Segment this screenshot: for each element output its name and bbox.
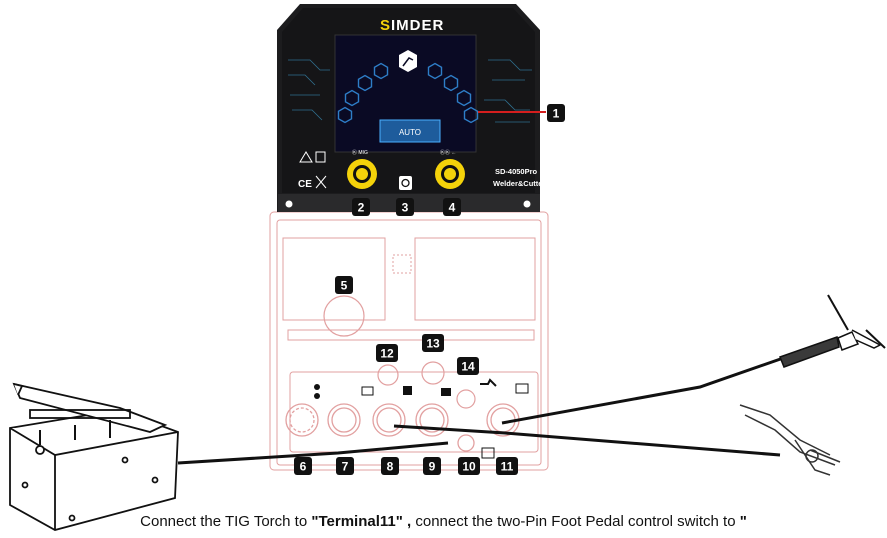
ground-clamp xyxy=(739,404,841,476)
caption-text: Connect the TIG Torch to xyxy=(140,513,312,530)
callout-number-11: 11 xyxy=(501,460,514,474)
socket-14 xyxy=(456,389,476,409)
brand-logo: SIMDER xyxy=(380,17,444,34)
callout-number-6: 6 xyxy=(300,460,307,474)
callout-number-1: 1 xyxy=(553,107,560,121)
callout-number-7: 7 xyxy=(342,460,349,474)
socket-10 xyxy=(457,434,475,452)
callout-number-9: 9 xyxy=(429,460,436,474)
torch-switch-icon xyxy=(480,378,497,387)
terminal-6-symbol-icon xyxy=(314,384,320,390)
torch-terminal-icon xyxy=(515,383,529,394)
positive-icon xyxy=(403,386,412,395)
caption-text: connect the two-Pin Foot Pedal control s… xyxy=(411,513,740,530)
screw-icon xyxy=(285,200,293,208)
callout-number-14: 14 xyxy=(461,360,475,374)
pedal-cable xyxy=(177,441,449,465)
terminal-8-symbol-icon xyxy=(361,386,374,396)
model-name: SD-4050Pro xyxy=(495,167,538,176)
screen-mode-label: AUTO xyxy=(399,128,421,137)
panel-socket-inner xyxy=(289,407,315,433)
callout-number-4: 4 xyxy=(449,201,456,215)
negative-icon xyxy=(441,388,451,396)
instruction-caption: Connect the TIG Torch to "Terminal11" , … xyxy=(0,513,887,530)
panel-socket xyxy=(327,403,361,437)
callout-number-12: 12 xyxy=(380,347,394,361)
callout-number-3: 3 xyxy=(402,201,409,215)
panel-socket xyxy=(285,403,319,437)
pedal-symbol-icon xyxy=(481,447,495,459)
panel-socket xyxy=(372,403,406,437)
panel-socket-inner xyxy=(331,407,357,433)
foot-pedal xyxy=(9,382,179,531)
terminal-6-symbol-icon xyxy=(314,393,320,399)
left-knob-label: Ⓚ MIG xyxy=(352,149,368,156)
left-knob[interactable] xyxy=(347,159,377,189)
socket-12 xyxy=(377,364,399,386)
caption-highlight: "Terminal11" , xyxy=(311,513,412,530)
panel-socket xyxy=(415,403,449,437)
torch-cable xyxy=(501,353,793,425)
callout-number-8: 8 xyxy=(387,460,394,474)
model-subtitle: Welder&Cutter xyxy=(493,179,545,188)
tig-torch xyxy=(779,294,886,368)
display-screen: AUTO xyxy=(334,34,479,153)
screw-icon xyxy=(523,200,531,208)
right-knob[interactable] xyxy=(435,159,465,189)
ground-cable xyxy=(393,424,781,457)
socket-13 xyxy=(421,361,445,385)
caption-end: " xyxy=(739,513,747,530)
callout-number-2: 2 xyxy=(358,201,365,215)
panel-socket-inner xyxy=(376,407,402,433)
callout-number-13: 13 xyxy=(426,337,440,351)
center-button[interactable] xyxy=(399,176,412,190)
callout-number-5: 5 xyxy=(341,279,348,293)
callout-number-10: 10 xyxy=(462,460,476,474)
welder-diagram: SIMDER AUTO CE Ⓚ MIG ⓀⓀ ← SD-4050Pro Wel… xyxy=(9,4,886,531)
right-knob-label: ⓀⓀ ← xyxy=(440,149,456,156)
ce-mark-icon: CE xyxy=(298,179,312,190)
